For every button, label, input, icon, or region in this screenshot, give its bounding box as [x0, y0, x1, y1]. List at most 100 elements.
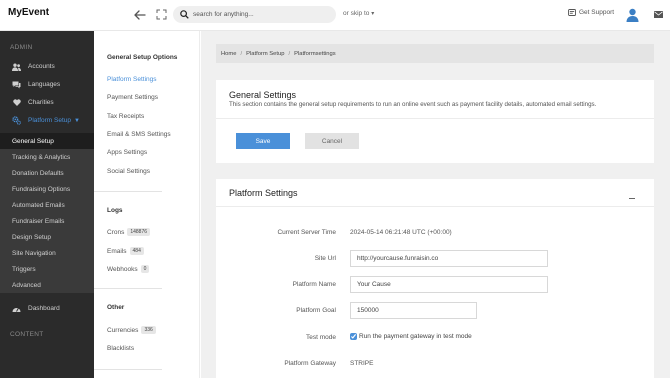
sidebar-subitem-fundraiser-emails[interactable]: Fundraiser Emails: [0, 213, 94, 229]
users-icon: [12, 62, 21, 71]
sidebar-item-label: Accounts: [28, 63, 55, 70]
link-label: Crons: [107, 228, 125, 236]
breadcrumb: Home / Platform Setup / Platformsettings: [216, 44, 654, 63]
general-settings-description: This section contains the general setup …: [229, 101, 597, 108]
platform-name-input[interactable]: [350, 276, 548, 293]
get-support-label: Get Support: [579, 9, 615, 16]
link-platform-settings[interactable]: Platform Settings: [107, 76, 157, 83]
mail-icon[interactable]: [654, 11, 663, 18]
divider: [94, 369, 162, 370]
sidebar-subitem-site-navigation[interactable]: Site Navigation: [0, 245, 94, 261]
link-social-settings[interactable]: Social Settings: [107, 168, 150, 175]
link-emails-log[interactable]: Emails 484: [107, 247, 144, 255]
sidebar-item-dashboard[interactable]: Dashboard: [0, 301, 94, 316]
test-mode-text: Run the payment gateway in test mode: [359, 333, 472, 340]
site-url-label: Site Url: [314, 255, 336, 262]
link-blacklists[interactable]: Blacklists: [107, 345, 134, 352]
sidebar-item-platform-setup[interactable]: Platform Setup ▼: [0, 113, 94, 128]
test-mode-label: Test mode: [306, 334, 336, 341]
link-currencies[interactable]: Currencies 336: [107, 326, 156, 334]
divider: [94, 288, 162, 289]
platform-settings-title: Platform Settings: [229, 188, 298, 198]
general-settings-title: General Settings: [229, 90, 297, 100]
platform-name-label: Platform Name: [292, 281, 336, 288]
link-crons[interactable]: Crons 148876: [107, 228, 151, 236]
dashboard-icon: [12, 304, 21, 313]
sidebar-subitem-tracking[interactable]: Tracking & Analytics: [0, 149, 94, 165]
sidebar-item-label: Platform Setup: [28, 117, 71, 124]
heart-icon: [12, 98, 21, 107]
sidebar-subitem-fundraising-options[interactable]: Fundraising Options: [0, 181, 94, 197]
count-badge: 0: [140, 265, 150, 273]
link-email-sms-settings[interactable]: Email & SMS Settings: [107, 131, 171, 138]
setup-options-panel: General Setup Options Platform Settings …: [94, 31, 200, 378]
sidebar-item-charities[interactable]: Charities: [0, 95, 94, 110]
logs-heading: Logs: [107, 207, 123, 214]
back-arrow-icon[interactable]: [133, 8, 147, 22]
save-button[interactable]: Save: [236, 133, 290, 149]
server-time-label: Current Server Time: [277, 229, 336, 236]
link-label: Emails: [107, 247, 127, 255]
sidebar-item-label: Dashboard: [28, 305, 60, 312]
breadcrumb-platform-setup[interactable]: Platform Setup: [246, 51, 284, 57]
sidebar-item-languages[interactable]: Languages: [0, 77, 94, 92]
sidebar-item-accounts[interactable]: Accounts: [0, 59, 94, 74]
app-logo[interactable]: MyEvent: [8, 7, 49, 18]
divider: [94, 191, 162, 192]
get-support-link[interactable]: Get Support: [568, 9, 614, 16]
admin-sidebar: ADMIN Accounts Languages Charities Platf…: [0, 31, 94, 378]
link-label: Currencies: [107, 326, 139, 334]
sidebar-subitem-general-setup[interactable]: General Setup: [0, 133, 94, 149]
gateway-label: Platform Gateway: [284, 360, 336, 367]
platform-goal-label: Platform Goal: [296, 307, 336, 314]
gears-icon: [12, 116, 21, 125]
main-content: Home / Platform Setup / Platformsettings…: [201, 31, 670, 378]
sidebar-section-content: CONTENT: [10, 331, 44, 338]
test-mode-checkbox[interactable]: [350, 333, 357, 340]
sidebar-section-admin: ADMIN: [10, 44, 33, 51]
chat-icon: [12, 80, 21, 89]
divider: [216, 206, 654, 207]
chevron-down-icon: ▼: [74, 117, 80, 124]
link-payment-settings[interactable]: Payment Settings: [107, 94, 158, 101]
search-icon: [180, 10, 189, 19]
sidebar-subitem-design-setup[interactable]: Design Setup: [0, 229, 94, 245]
cancel-button[interactable]: Cancel: [305, 133, 359, 149]
collapse-icon[interactable]: [629, 198, 635, 199]
breadcrumb-separator: /: [288, 50, 291, 57]
count-badge: 148876: [127, 228, 151, 236]
link-apps-settings[interactable]: Apps Settings: [107, 149, 147, 156]
platform-goal-input[interactable]: [350, 302, 477, 319]
fullscreen-icon[interactable]: [156, 9, 167, 20]
breadcrumb-current: Platformsettings: [294, 50, 336, 57]
general-setup-heading: General Setup Options: [107, 54, 178, 61]
breadcrumb-separator: /: [240, 50, 243, 57]
user-avatar-icon[interactable]: [625, 7, 640, 22]
breadcrumb-home[interactable]: Home: [221, 51, 236, 57]
skip-to-dropdown[interactable]: or skip to ▾: [343, 10, 374, 17]
search-bar: [173, 6, 336, 23]
support-icon: [568, 9, 576, 16]
gateway-value: STRIPE: [350, 360, 374, 367]
test-mode-checkbox-row[interactable]: Run the payment gateway in test mode: [350, 333, 472, 340]
sidebar-subitem-advanced[interactable]: Advanced: [0, 277, 94, 293]
site-url-input[interactable]: [350, 250, 548, 267]
sidebar-subitem-donation-defaults[interactable]: Donation Defaults: [0, 165, 94, 181]
skip-to-label: or skip to: [343, 10, 370, 17]
general-settings-card: General Settings This section contains t…: [216, 80, 654, 163]
sidebar-item-label: Charities: [28, 99, 54, 106]
chevron-down-icon: ▾: [371, 11, 375, 17]
link-label: Webhooks: [107, 265, 138, 273]
sidebar-subitem-triggers[interactable]: Triggers: [0, 261, 94, 277]
count-badge: 484: [129, 247, 144, 255]
divider: [216, 118, 654, 119]
link-tax-receipts[interactable]: Tax Receipts: [107, 113, 144, 120]
server-time-value: 2024-05-14 06:21:48 UTC (+00:00): [350, 229, 452, 236]
sidebar-item-label: Languages: [28, 81, 61, 88]
platform-settings-card: Platform Settings Current Server Time 20…: [216, 179, 654, 378]
other-heading: Other: [107, 304, 125, 311]
top-bar: MyEvent or skip to ▾ Get Support: [0, 0, 670, 31]
link-webhooks[interactable]: Webhooks 0: [107, 265, 150, 273]
search-input[interactable]: [193, 8, 328, 21]
sidebar-subitem-automated-emails[interactable]: Automated Emails: [0, 197, 94, 213]
